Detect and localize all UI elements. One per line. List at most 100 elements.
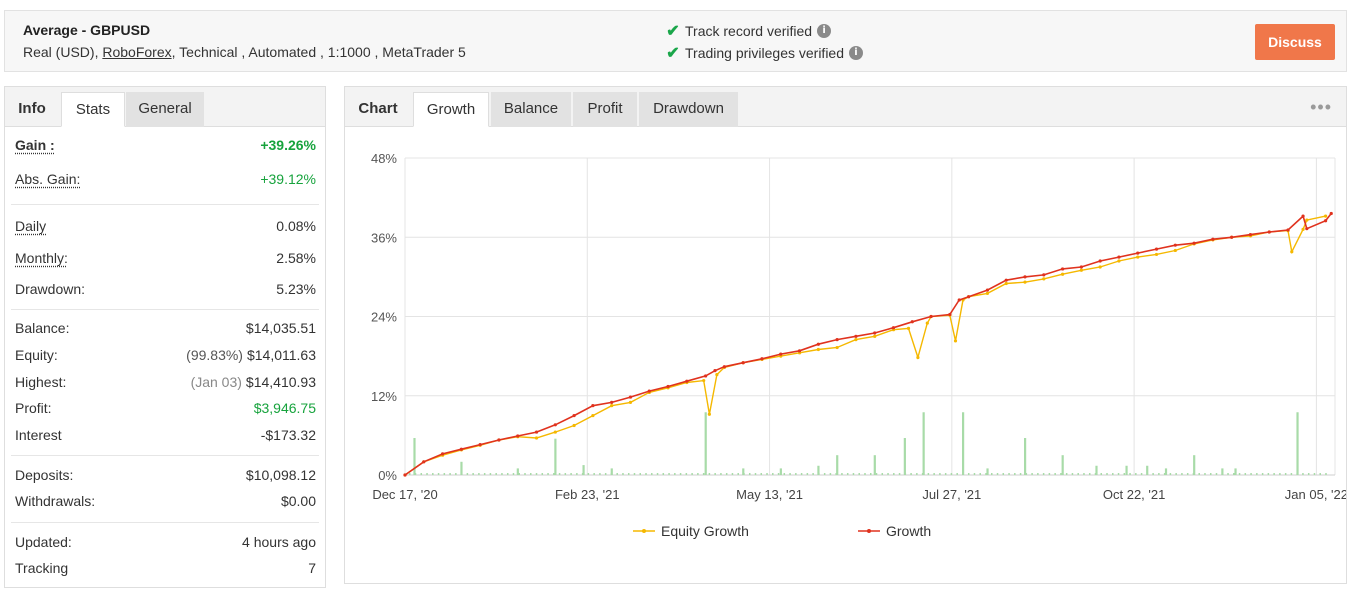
volume-bar xyxy=(674,473,676,475)
volume-bar xyxy=(704,412,707,475)
data-point xyxy=(1173,248,1177,253)
data-point xyxy=(1305,218,1309,222)
tab-drawdown[interactable]: Drawdown xyxy=(639,92,738,127)
tab-general[interactable]: General xyxy=(126,92,204,127)
volume-bar xyxy=(760,473,763,475)
volume-bar xyxy=(1008,473,1010,475)
volume-bar xyxy=(651,473,653,475)
data-point xyxy=(816,342,820,346)
data-point xyxy=(628,395,633,399)
chart-panel: Chart Growth Balance Profit Drawdown •••… xyxy=(344,86,1347,584)
data-point xyxy=(647,389,651,393)
volume-bar xyxy=(518,473,520,475)
data-point xyxy=(1192,241,1196,245)
data-point xyxy=(910,320,914,324)
data-point xyxy=(553,430,557,434)
volume-bar xyxy=(904,473,907,475)
volume-bar xyxy=(437,473,440,475)
daily-label[interactable]: Daily xyxy=(15,218,46,234)
more-options-icon[interactable]: ••• xyxy=(1310,97,1332,118)
divider xyxy=(11,204,319,205)
volume-bar xyxy=(1129,473,1131,475)
data-point xyxy=(873,334,877,338)
info-icon[interactable]: i xyxy=(849,46,863,60)
data-point xyxy=(713,369,717,373)
volume-bar xyxy=(806,473,809,475)
volume-bar xyxy=(691,473,693,475)
volume-bar xyxy=(1014,473,1016,475)
data-point xyxy=(704,374,708,378)
data-point xyxy=(1004,278,1008,282)
volume-bar xyxy=(460,473,463,475)
volume-bar xyxy=(1071,473,1074,475)
monthly-label[interactable]: Monthly: xyxy=(15,250,68,266)
volume-bars xyxy=(409,412,1327,475)
volume-bar xyxy=(748,473,751,475)
data-point xyxy=(953,339,958,343)
trading-privileges-label: Trading privileges verified xyxy=(685,45,844,61)
volume-bar xyxy=(903,438,906,475)
volume-bar xyxy=(743,473,745,475)
volume-bar xyxy=(1181,473,1183,475)
abs-gain-label[interactable]: Abs. Gain: xyxy=(15,171,80,187)
volume-bar xyxy=(870,473,872,475)
data-point xyxy=(929,314,933,319)
volume-bar xyxy=(558,473,561,475)
data-point xyxy=(1136,251,1140,255)
gain-label[interactable]: Gain : xyxy=(15,137,55,153)
volume-bar xyxy=(599,473,601,475)
volume-bar xyxy=(414,473,417,475)
volume-bar xyxy=(1313,473,1316,475)
volume-bar xyxy=(541,473,544,475)
info-icon[interactable]: i xyxy=(817,24,832,38)
volume-bar xyxy=(466,473,469,475)
volume-bar xyxy=(772,473,774,475)
volume-bar xyxy=(1100,473,1102,475)
checkmark-icon: ✔ xyxy=(666,23,680,40)
tab-growth[interactable]: Growth xyxy=(413,92,489,127)
data-point xyxy=(873,331,877,335)
volume-bar xyxy=(1135,473,1137,475)
data-point xyxy=(835,338,839,342)
volume-bar xyxy=(835,473,837,475)
volume-bar xyxy=(1233,473,1235,475)
volume-bar xyxy=(731,473,734,475)
volume-bar xyxy=(841,473,843,475)
volume-bar xyxy=(1031,473,1033,475)
discuss-button[interactable]: Discuss xyxy=(1255,24,1335,60)
trading-privileges-verified: ✔ Trading privileges verified i xyxy=(665,43,863,63)
data-point xyxy=(967,295,971,299)
data-point xyxy=(1098,259,1102,263)
data-point xyxy=(1267,230,1271,234)
volume-bar xyxy=(1244,473,1247,475)
volume-bar xyxy=(1088,473,1091,475)
volume-bar xyxy=(1094,473,1097,475)
data-point xyxy=(957,298,961,302)
data-point xyxy=(722,365,726,369)
volume-bar xyxy=(933,473,935,475)
x-tick-label: Jul 27, '21 xyxy=(922,487,981,502)
legend-item: Growth xyxy=(858,523,931,539)
volume-bar xyxy=(800,473,803,475)
data-point xyxy=(1173,243,1177,247)
volume-bar xyxy=(506,473,509,475)
volume-bar xyxy=(996,473,999,475)
volume-bar xyxy=(587,473,590,475)
monthly-row: Monthly: 2.58% xyxy=(15,248,316,268)
tab-stats[interactable]: Stats xyxy=(61,92,125,127)
data-point xyxy=(628,400,633,404)
tab-balance[interactable]: Balance xyxy=(491,92,571,127)
deposits-row: Deposits: $10,098.12 xyxy=(15,465,316,485)
y-tick-label: 36% xyxy=(371,230,397,245)
balance-value: $14,035.51 xyxy=(245,320,316,336)
broker-link[interactable]: RoboForex xyxy=(102,44,171,60)
data-point xyxy=(1004,281,1008,286)
data-point xyxy=(591,413,595,418)
volume-bar xyxy=(656,473,659,475)
updated-label: Updated: xyxy=(15,534,72,550)
highest-row: Highest: (Jan 03) $14,410.93 xyxy=(15,372,316,392)
volume-bar xyxy=(570,473,572,475)
legend-marker xyxy=(867,529,871,533)
tab-profit[interactable]: Profit xyxy=(573,92,637,127)
divider xyxy=(11,522,319,523)
